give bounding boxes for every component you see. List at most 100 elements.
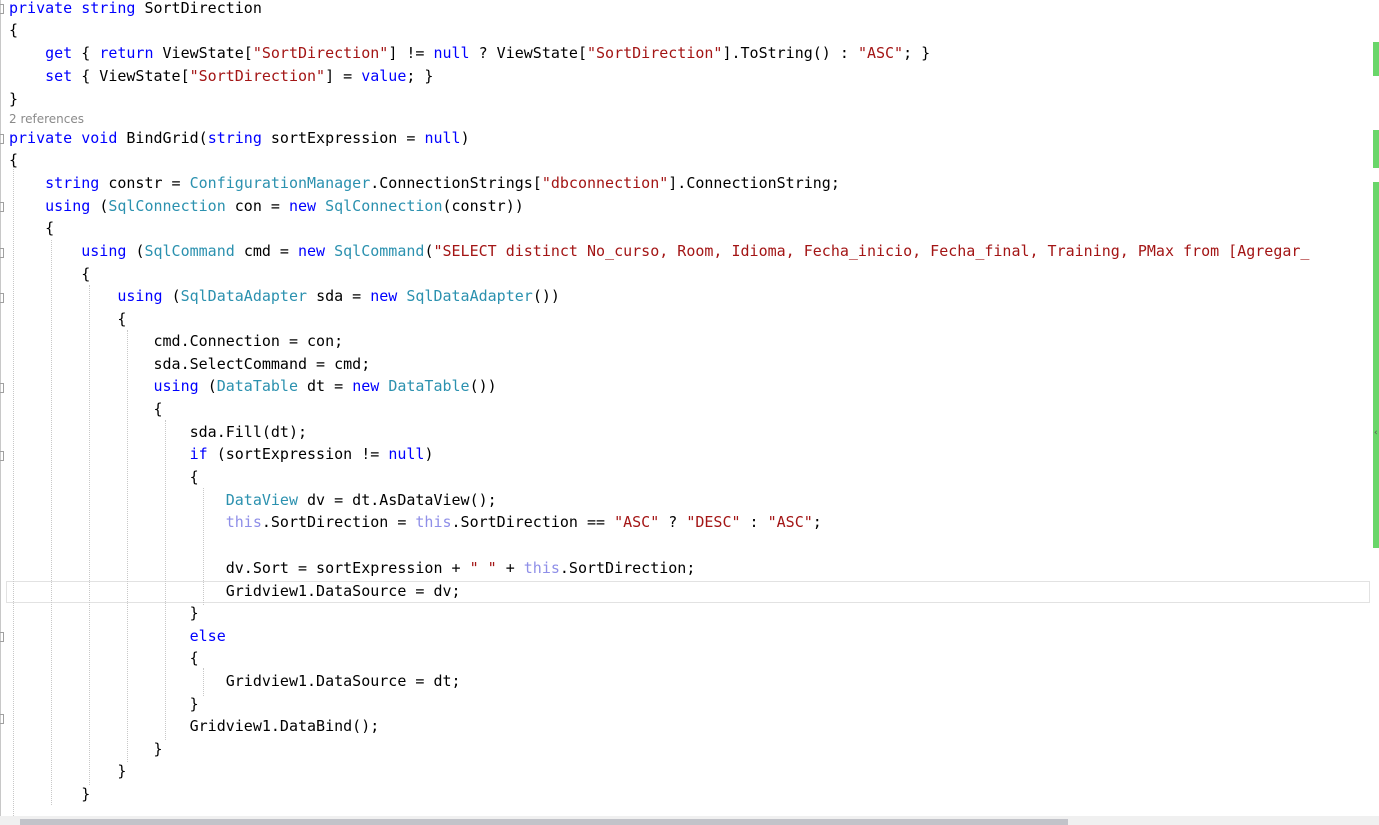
code-token: + — [496, 559, 524, 577]
code-line[interactable]: Gridview1.DataSource = dt; — [9, 673, 461, 695]
code-token: if — [189, 445, 217, 463]
code-token: SqlDataAdapter — [406, 287, 533, 305]
code-token: cmd.Connection = con; — [9, 332, 344, 350]
code-token: con = — [234, 197, 289, 215]
code-line[interactable]: Gridview1.DataSource = dv; — [9, 583, 461, 605]
code-line[interactable]: } — [9, 786, 90, 808]
code-token: (constr)) — [442, 197, 524, 215]
code-token: } — [9, 740, 163, 758]
code-token: } — [9, 604, 199, 622]
code-token: { — [9, 219, 55, 237]
collapse-icon[interactable] — [0, 632, 4, 642]
code-token: this — [415, 513, 452, 531]
code-token: set — [45, 67, 82, 85]
code-editor[interactable]: 2 references private string SortDirectio… — [0, 0, 1372, 816]
code-token: new — [298, 242, 335, 260]
code-token: Gridview1.DataBind(); — [9, 717, 380, 735]
code-line[interactable]: set { ViewState["SortDirection"] = value… — [9, 68, 433, 90]
code-line[interactable]: string constr = ConfigurationManager.Con… — [9, 175, 840, 197]
code-line[interactable]: get { return ViewState["SortDirection"] … — [9, 45, 930, 67]
change-indicator — [1373, 130, 1379, 168]
code-line[interactable]: } — [9, 740, 163, 763]
collapse-icon[interactable] — [0, 4, 4, 14]
code-token: constr = — [108, 174, 190, 192]
collapse-icon[interactable] — [0, 202, 4, 212]
code-line[interactable]: Gridview1.DataBind(); — [9, 717, 380, 740]
code-line[interactable]: { — [9, 152, 18, 174]
code-token: SortDirection — [144, 0, 262, 17]
code-token: ? — [659, 513, 687, 531]
code-token: BindGrid( — [126, 129, 208, 147]
collapse-icon[interactable] — [0, 451, 4, 461]
code-token: null — [424, 129, 461, 147]
code-token: using — [45, 197, 100, 215]
code-token: dt = — [307, 377, 353, 395]
code-token: ()) — [532, 287, 560, 305]
outline-gutter-line — [0, 0, 1, 816]
code-token: null — [433, 44, 479, 62]
code-token: DataTable — [388, 377, 470, 395]
code-line[interactable]: private void BindGrid(string sortExpress… — [9, 130, 470, 152]
code-token: null — [388, 445, 425, 463]
code-token: string — [81, 0, 145, 17]
collapse-icon[interactable] — [0, 134, 4, 144]
code-line[interactable]: { — [9, 469, 199, 491]
code-line[interactable]: { — [9, 311, 126, 333]
code-line[interactable]: using (SqlConnection con = new SqlConnec… — [9, 198, 524, 220]
code-token: ( — [99, 197, 109, 215]
code-token: { — [9, 468, 199, 486]
code-line[interactable]: using (DataTable dt = new DataTable()) — [9, 378, 497, 400]
collapse-icon[interactable] — [0, 714, 4, 724]
code-token: using — [117, 287, 172, 305]
code-line[interactable]: using (SqlDataAdapter sda = new SqlDataA… — [9, 288, 560, 310]
code-line[interactable]: { — [9, 220, 54, 242]
code-line[interactable]: sda.Fill(dt); — [9, 424, 307, 446]
code-line[interactable]: if (sortExpression != null) — [9, 445, 434, 468]
code-line[interactable]: } — [9, 763, 126, 785]
code-line[interactable]: else — [9, 628, 226, 650]
code-line[interactable]: { — [9, 401, 162, 423]
code-token: "SortDirection" — [587, 44, 723, 62]
code-token: DataTable — [216, 377, 308, 395]
collapse-icon[interactable] — [0, 248, 4, 258]
code-line[interactable]: this.SortDirection = this.SortDirection … — [9, 514, 822, 536]
code-token: .ConnectionStrings[ — [370, 174, 542, 192]
horizontal-scrollbar-thumb[interactable] — [20, 819, 1068, 825]
code-token: ; } — [903, 44, 931, 62]
codelens-references[interactable]: 2 references — [9, 112, 84, 126]
code-token: "SELECT distinct No_curso, Room, Idioma,… — [433, 242, 1310, 260]
code-token: cmd = — [243, 242, 298, 260]
code-token: ConfigurationManager — [189, 174, 371, 192]
code-line[interactable]: { — [9, 266, 90, 288]
code-token: { — [81, 44, 100, 62]
code-line[interactable]: sda.SelectCommand = cmd; — [9, 356, 370, 378]
change-indicator — [1373, 42, 1379, 76]
code-line[interactable]: } — [9, 696, 199, 718]
code-token: else — [189, 627, 226, 645]
code-token: ] = — [325, 67, 362, 85]
code-line[interactable]: private string SortDirection — [9, 0, 262, 22]
code-token: ].ToString() : — [722, 44, 858, 62]
code-line[interactable]: { — [9, 650, 199, 672]
code-line[interactable]: cmd.Connection = con; — [9, 333, 343, 355]
code-token: ; — [812, 513, 822, 531]
code-token: "ASC" — [614, 513, 660, 531]
code-line[interactable]: } — [9, 605, 199, 627]
code-token: " " — [469, 559, 497, 577]
code-token: "SortDirection" — [252, 44, 389, 62]
code-token: dv.Sort = sortExpression + — [9, 559, 470, 577]
collapse-icon[interactable] — [0, 383, 4, 393]
code-token: ? ViewState[ — [478, 44, 587, 62]
code-token: return — [99, 44, 163, 62]
code-line[interactable]: } — [9, 91, 18, 113]
code-token: Gridview1.DataSource = dv; — [9, 582, 461, 600]
code-line[interactable]: using (SqlCommand cmd = new SqlCommand("… — [9, 243, 1309, 265]
code-line[interactable]: { — [9, 22, 18, 44]
collapse-icon[interactable] — [0, 293, 4, 303]
code-line[interactable]: dv.Sort = sortExpression + " " + this.So… — [9, 559, 696, 582]
code-line[interactable]: DataView dv = dt.AsDataView(); — [9, 492, 497, 514]
